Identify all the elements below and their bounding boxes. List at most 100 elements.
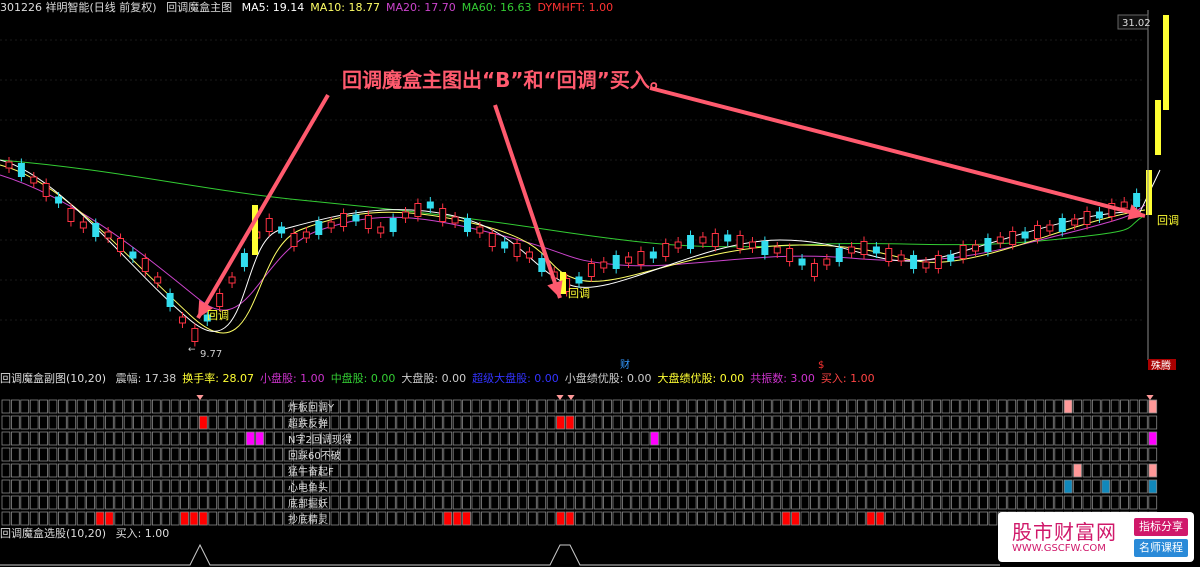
signal-cell: [264, 399, 274, 414]
signal-cell: [95, 447, 105, 462]
signal-cell: [227, 463, 236, 478]
signal-cell: [979, 415, 988, 430]
candle-body: [5, 161, 13, 169]
candle-body: [265, 218, 273, 232]
signal-cell: [123, 495, 133, 510]
signal-cell: [471, 399, 481, 414]
signal-cell: [1054, 399, 1064, 414]
signal-cell: [922, 479, 932, 494]
signal-cell: [236, 463, 246, 478]
signal-cell: [1063, 447, 1073, 462]
signal-cell: [433, 495, 443, 510]
sub-title[interactable]: 回调魔盒副图(10,20): [0, 372, 106, 385]
signal-cell: [39, 511, 48, 526]
signal-cell: [10, 415, 20, 430]
signal-cell: [368, 463, 377, 478]
signal-cell: [697, 463, 706, 478]
signal-cell: [480, 463, 490, 478]
signal-cell: [462, 511, 471, 526]
signal-cell: [1054, 415, 1064, 430]
signal-cell: [1139, 415, 1148, 430]
signal-cell: [744, 495, 753, 510]
signal-cell: [650, 399, 659, 414]
candle-body: [649, 251, 657, 259]
ma-value-0: MA5: 19.14: [241, 1, 305, 14]
signal-cell: [904, 463, 913, 478]
signal-cell: [490, 495, 500, 510]
signal-cell: [490, 511, 500, 526]
signal-cell: [1101, 479, 1111, 494]
signal-cell: [904, 495, 913, 510]
signal-cell: [706, 415, 716, 430]
signal-grid-panel[interactable]: 炸板回调Y超跌反弹N字2回调现得回踩60不破猛牛奋起F心电鱼头底部掘妖抄底精灵: [0, 395, 1200, 527]
signal-cell: [76, 511, 86, 526]
signal-cell: [1035, 463, 1045, 478]
signal-cell: [133, 431, 142, 446]
signal-cell: [443, 511, 453, 526]
signal-cell: [509, 415, 518, 430]
signal-cell: [180, 399, 189, 414]
signal-cell: [1026, 463, 1035, 478]
signal-cell: [236, 495, 246, 510]
sub-values: 震幅: 17.38 换手率: 28.07 小盘股: 1.00 中盘股: 0.00 大盘股…: [116, 372, 881, 385]
candle-body: [996, 236, 1004, 244]
signal-cell: [1, 463, 11, 478]
candle-body: [451, 216, 459, 224]
signal-cell: [1120, 447, 1129, 462]
signal-cell: [1092, 479, 1101, 494]
signal-cell: [678, 415, 688, 430]
signal-cell: [1073, 415, 1082, 430]
signal-cell: [857, 415, 866, 430]
watermark-url: WWW.GSCFW.COM: [1012, 543, 1106, 554]
signal-cell: [659, 431, 669, 446]
signal-cell: [772, 495, 782, 510]
signal-cell: [518, 399, 528, 414]
signal-cell: [339, 463, 349, 478]
signal-cell: [245, 431, 255, 446]
signal-cell: [716, 511, 725, 526]
signal-cell: [753, 431, 763, 446]
candle-body: [848, 246, 856, 254]
signal-cell: [480, 447, 490, 462]
signal-cell: [180, 431, 189, 446]
signal-cell: [198, 463, 208, 478]
signal-cell: [951, 495, 960, 510]
signal-cell: [894, 431, 904, 446]
signal-cell: [518, 511, 528, 526]
signal-cell: [105, 431, 114, 446]
signal-cell: [1035, 399, 1045, 414]
main-candlestick-chart[interactable]: 31.02 ← 9.77 回调 回调 回调 财 $ 殊腾: [0, 0, 1200, 370]
signal-cell: [1045, 495, 1054, 510]
signal-cell: [725, 399, 735, 414]
low-price-label: 9.77: [200, 349, 222, 360]
signal-cell: [998, 431, 1007, 446]
stock-title[interactable]: 301226 祥明智能(日线 前复权): [0, 1, 157, 14]
signal-cell: [913, 495, 923, 510]
signal-cell: [471, 447, 481, 462]
signal-cell: [810, 447, 819, 462]
candle-body: [897, 254, 905, 262]
signal-cell: [1101, 415, 1111, 430]
indicator-name[interactable]: 回调魔盒主图: [166, 1, 232, 14]
signal-row-label: 底部掘妖: [288, 497, 328, 510]
candle-body: [302, 231, 310, 239]
signal-cell: [622, 447, 631, 462]
signal-cell: [114, 495, 124, 510]
signal-cell: [198, 479, 208, 494]
candle-body: [240, 253, 248, 267]
signal-cell: [885, 463, 894, 478]
signal-cell: [95, 511, 105, 526]
signal-cell: [650, 431, 659, 446]
signal-cell: [20, 511, 30, 526]
signal-cell: [452, 431, 462, 446]
signal-cell: [885, 415, 894, 430]
signal-cell: [330, 415, 340, 430]
signal-cell: [922, 399, 932, 414]
signal-cell: [236, 399, 246, 414]
candle-body: [141, 258, 149, 272]
signal-cell: [490, 399, 500, 414]
signal-cell: [687, 431, 697, 446]
signal-cell: [744, 463, 753, 478]
signal-cell: [772, 431, 782, 446]
signal-cell: [76, 399, 86, 414]
